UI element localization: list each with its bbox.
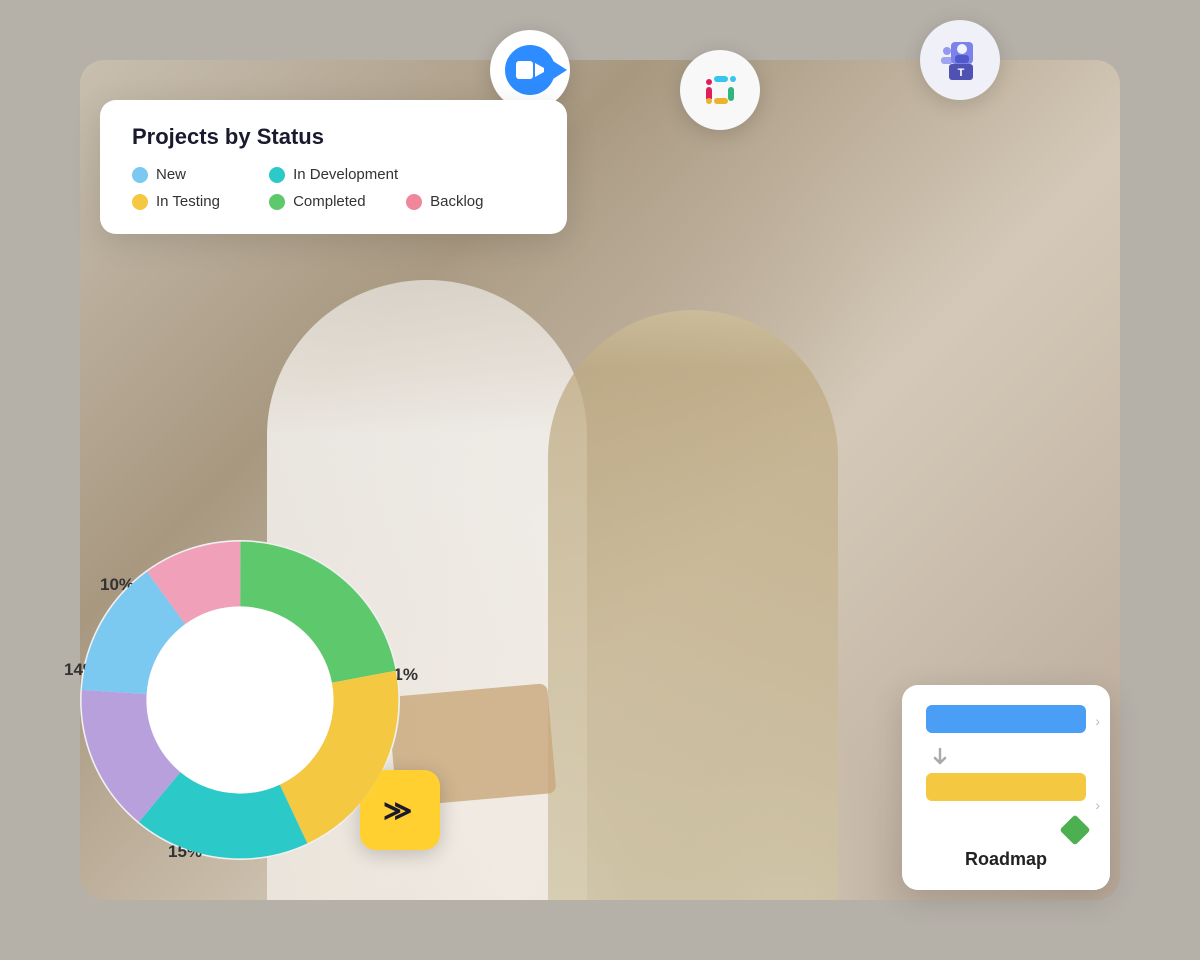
- roadmap-card: › › Roadmap: [902, 685, 1110, 890]
- new-label: New: [156, 166, 186, 183]
- backlog-label: Backlog: [430, 193, 483, 210]
- roadmap-bar-blue: [926, 705, 1086, 733]
- dev-label: In Development: [293, 166, 398, 183]
- arrow-right-2: ›: [1095, 797, 1100, 813]
- legend-item-new: New: [132, 166, 261, 183]
- dev-dot: [269, 167, 285, 183]
- teams-icon-button[interactable]: T: [920, 20, 1000, 100]
- roadmap-label: Roadmap: [926, 849, 1086, 870]
- backlog-dot: [406, 194, 422, 210]
- legend-card: Projects by Status New In Development In…: [100, 100, 567, 234]
- legend-grid: New In Development In Testing Completed …: [132, 166, 535, 210]
- zoom-logo: [505, 45, 555, 95]
- completed-label: Completed: [293, 193, 366, 210]
- scene: T Projects by Status New In Development …: [0, 0, 1200, 960]
- donut-chart-svg: [60, 520, 420, 880]
- roadmap-bar-yellow: [926, 773, 1086, 801]
- slack-icon-button[interactable]: [680, 50, 760, 130]
- roadmap-diamond: [1059, 814, 1090, 845]
- legend-item-dev: In Development: [269, 166, 398, 183]
- legend-item-backlog: Backlog: [406, 193, 535, 210]
- arrow-right-1: ›: [1095, 713, 1100, 729]
- person-right-silhouette: [548, 310, 838, 900]
- legend-item-placeholder: [406, 166, 535, 183]
- svg-text:T: T: [958, 67, 965, 79]
- arrow-down-icon: [930, 747, 950, 767]
- completed-dot: [269, 194, 285, 210]
- legend-title: Projects by Status: [132, 124, 535, 150]
- donut-inner: [148, 608, 332, 792]
- testing-dot: [132, 194, 148, 210]
- legend-item-completed: Completed: [269, 193, 398, 210]
- zoom-icon-button[interactable]: [490, 30, 570, 110]
- new-dot: [132, 167, 148, 183]
- testing-label: In Testing: [156, 193, 220, 210]
- legend-item-testing: In Testing: [132, 193, 261, 210]
